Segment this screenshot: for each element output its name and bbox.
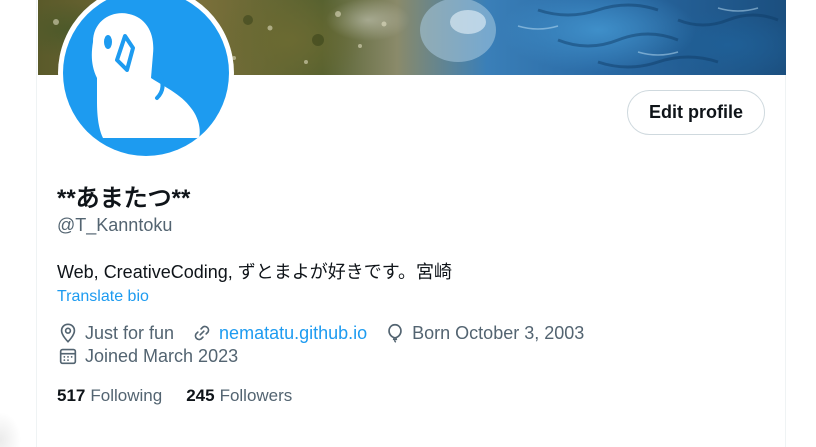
profile-bio: Web, CreativeCoding, ずとまよが好きです。宮崎 [57, 262, 452, 282]
category-text: Just for fun [85, 322, 175, 343]
profile-stats: 517 Following 245 Followers [57, 386, 316, 406]
profile-joined: Joined March 2023 [57, 345, 238, 367]
location-icon [60, 323, 76, 343]
page-shadow [0, 380, 30, 447]
profile-birthday: Born October 3, 2003 [384, 322, 584, 344]
profile-avatar[interactable] [58, 0, 234, 161]
website-link[interactable]: nematatu.github.io [219, 323, 367, 344]
edit-profile-button[interactable]: Edit profile [627, 90, 765, 135]
birthday-text: Born October 3, 2003 [412, 322, 585, 343]
profile-website: nematatu.github.io [191, 322, 367, 344]
profile-meta-row: Joined March 2023 [57, 345, 255, 367]
profile-column: Edit profile **あまたつ** @T_Kanntoku Web, C… [36, 0, 786, 447]
balloon-icon [388, 323, 402, 343]
following-label: Following [90, 386, 163, 405]
following-link[interactable]: 517 Following [57, 386, 162, 406]
translate-bio-link[interactable]: Translate bio [57, 288, 149, 306]
followers-label: Followers [219, 386, 293, 405]
following-count: 517 [57, 386, 86, 405]
profile-category: Just for fun [57, 322, 174, 344]
calendar-icon [59, 348, 77, 365]
parakeet-icon [91, 13, 200, 138]
user-handle: @T_Kanntoku [57, 215, 173, 235]
followers-count: 245 [186, 386, 215, 405]
link-icon [194, 325, 210, 341]
avatar-image [63, 0, 229, 156]
display-name: **あまたつ** [57, 185, 191, 212]
followers-link[interactable]: 245 Followers [186, 386, 292, 406]
joined-text: Joined March 2023 [85, 345, 239, 366]
profile-meta-row: Just for fun nematatu.github.io Born Oct… [57, 322, 601, 344]
